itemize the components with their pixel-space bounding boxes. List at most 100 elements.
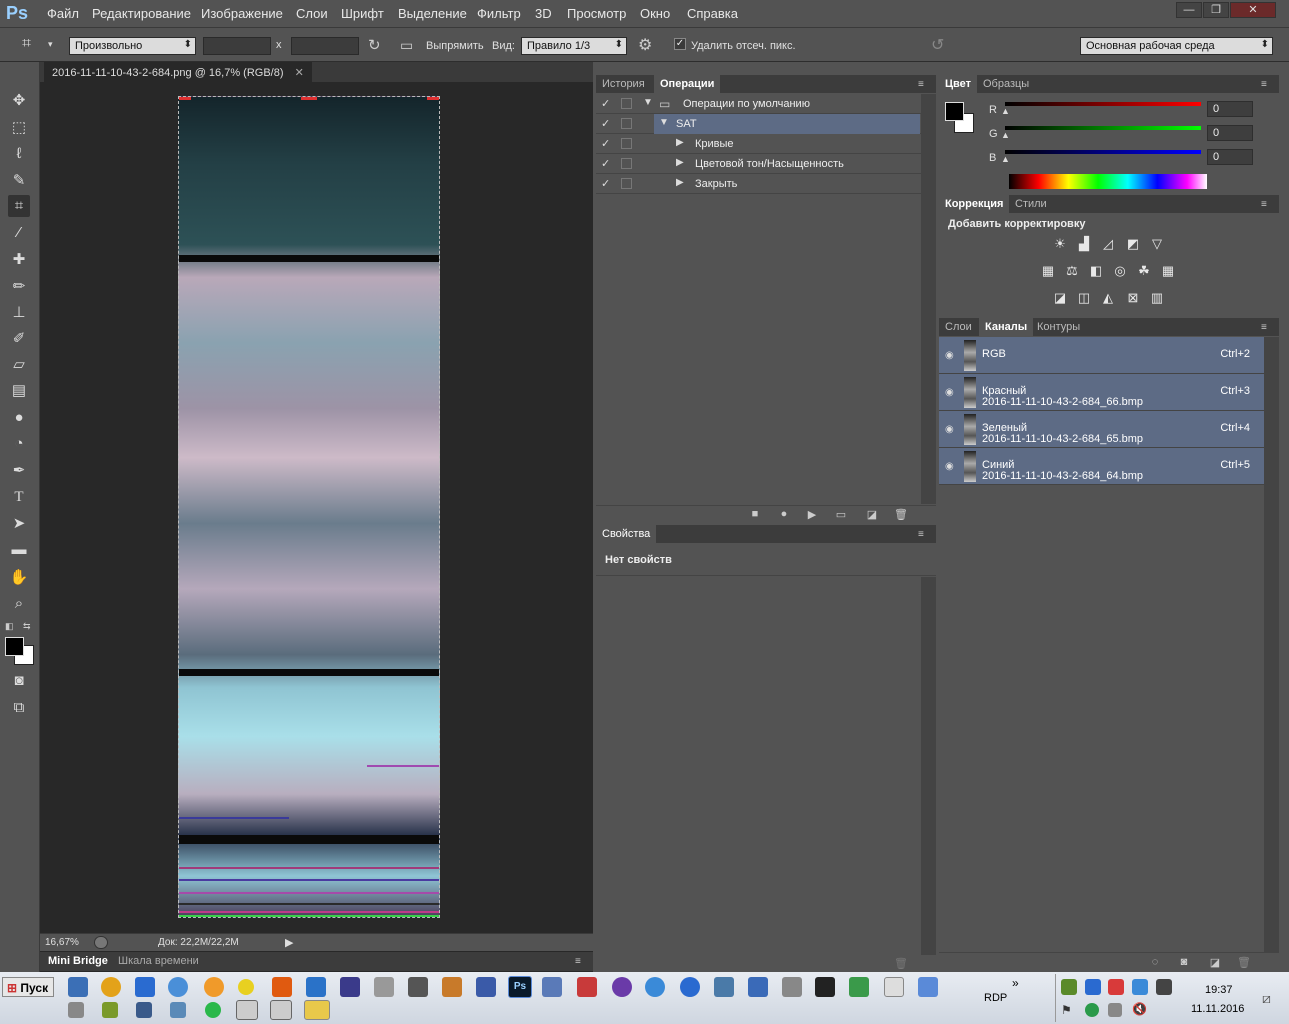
photoshop-taskbar-icon[interactable]: Ps (508, 976, 532, 998)
crop-handle[interactable] (427, 97, 439, 100)
panel-menu-icon[interactable]: ≡ (1261, 322, 1275, 333)
collapse-triangle-icon[interactable]: ▼ (659, 117, 669, 128)
app-icon[interactable] (884, 977, 904, 997)
app-icon[interactable] (542, 977, 562, 997)
new-action-icon[interactable]: ◪ (864, 508, 880, 522)
ratio-select[interactable]: Произвольно (69, 37, 196, 55)
swap-icon[interactable]: ↻ (368, 36, 381, 54)
menu-view[interactable]: Просмотр (567, 6, 626, 21)
flag-icon[interactable]: ⚑ (1061, 1003, 1072, 1017)
swap-colors-icon[interactable]: ⇆ (23, 621, 31, 632)
expand-triangle-icon[interactable]: ▶ (676, 157, 684, 168)
invert-icon[interactable]: ◪ (1051, 289, 1069, 307)
explorer-icon[interactable] (68, 977, 88, 997)
stop-icon[interactable]: ■ (747, 508, 763, 522)
new-set-folder-icon[interactable]: ▭ (833, 508, 849, 522)
channel-row-green[interactable]: ◉ Зеленый 2016-11-11-10-43-2-684_65.bmp … (939, 411, 1264, 448)
gradient-map-icon[interactable]: ▥ (1148, 289, 1166, 307)
tray-icon[interactable] (1132, 979, 1148, 995)
black-white-icon[interactable]: ◧ (1087, 262, 1105, 280)
pen-tool-icon[interactable]: ✒ (8, 460, 30, 482)
channel-row-rgb[interactable]: ◉ RGB Ctrl+2 (939, 337, 1264, 374)
status-menu-icon[interactable] (94, 936, 108, 949)
color-spectrum-bar[interactable] (1009, 174, 1207, 189)
tab-layers[interactable]: Слои (945, 321, 972, 333)
load-selection-icon[interactable]: ◌ (1147, 956, 1163, 970)
tool-preset-chevron-icon[interactable]: ▾ (48, 39, 53, 50)
app-icon[interactable] (714, 977, 734, 997)
app-icon[interactable] (408, 977, 428, 997)
tray-icon[interactable] (1108, 979, 1124, 995)
action-check-icon[interactable]: ✓ (601, 117, 613, 130)
quick-mask-icon[interactable]: ◙ (8, 670, 30, 692)
trash-icon[interactable]: 🗑 (893, 508, 909, 522)
crop-handle[interactable] (179, 97, 191, 100)
tab-swatches[interactable]: Образцы (983, 78, 1029, 90)
app-icon[interactable] (136, 1002, 152, 1018)
action-check-icon[interactable]: ✓ (601, 137, 613, 150)
green-slider[interactable] (1005, 126, 1201, 130)
eyedropper-tool-icon[interactable]: ⁄ (8, 222, 30, 244)
eye-icon[interactable]: ◉ (945, 350, 954, 361)
trash-icon[interactable]: 🗑 (1236, 956, 1252, 970)
eye-icon[interactable]: ◉ (945, 461, 954, 472)
foreground-color-swatch[interactable] (945, 102, 964, 121)
action-dialog-toggle[interactable] (621, 178, 632, 189)
panel-menu-icon[interactable]: ≡ (1261, 199, 1275, 210)
tray-icon[interactable] (1156, 979, 1172, 995)
tab-actions[interactable]: Операции (654, 75, 721, 93)
app-icon[interactable] (815, 977, 835, 997)
move-tool-icon[interactable]: ✥ (8, 90, 30, 112)
save-selection-icon[interactable]: ◙ (1176, 956, 1192, 970)
stamp-tool-icon[interactable]: ⊥ (8, 302, 30, 324)
show-desktop-icon[interactable]: ⧄ (1262, 990, 1271, 1007)
marquee-tool-icon[interactable]: ⬚ (8, 117, 30, 139)
tray-icon[interactable] (1061, 979, 1077, 995)
menu-help[interactable]: Справка (687, 6, 738, 21)
rdp-label[interactable]: RDP (984, 992, 1007, 1004)
tab-color[interactable]: Цвет (939, 75, 978, 93)
action-step-row[interactable]: ✓ ▶ Закрыть (596, 174, 921, 194)
crop-handle[interactable] (301, 97, 317, 100)
actions-scrollbar[interactable] (921, 94, 936, 504)
minimize-button[interactable]: — (1176, 2, 1202, 18)
color-balance-icon[interactable]: ⚖ (1063, 262, 1081, 280)
eye-icon[interactable]: ◉ (945, 387, 954, 398)
zoom-tool-icon[interactable]: ⌕ (8, 593, 30, 615)
document-tab[interactable]: 2016-11-11-10-43-2-684.png @ 16,7% (RGB/… (44, 62, 312, 82)
crop-tool-selected-icon[interactable]: ⌗ (8, 195, 30, 217)
height-field[interactable] (291, 37, 359, 55)
exposure-icon[interactable]: ◩ (1124, 235, 1142, 253)
expand-triangle-icon[interactable]: ▶ (676, 137, 684, 148)
menu-window[interactable]: Окно (640, 6, 670, 21)
action-set-row[interactable]: ✓ ▼ ▭ Операции по умолчанию (596, 94, 921, 114)
clock-date[interactable]: 11.11.2016 (1191, 1003, 1244, 1015)
app-icon[interactable] (612, 977, 632, 997)
healing-brush-tool-icon[interactable]: ✚ (8, 249, 30, 271)
app-icon[interactable] (270, 1000, 292, 1020)
start-button[interactable]: ⊞ Пуск (2, 977, 54, 997)
app-icon[interactable] (680, 977, 700, 997)
panel-menu-icon[interactable]: ≡ (918, 79, 932, 90)
action-dialog-toggle[interactable] (621, 118, 632, 129)
taskbar-more-icon[interactable]: » (1012, 976, 1019, 990)
menu-select[interactable]: Выделение (398, 6, 467, 21)
chrome-icon[interactable] (101, 977, 121, 997)
app-icon[interactable] (577, 977, 597, 997)
document-tab-close-icon[interactable]: ✕ (295, 67, 304, 79)
action-step-row[interactable]: ✓ ▶ Кривые (596, 134, 921, 154)
app-icon[interactable] (135, 977, 155, 997)
blue-value-input[interactable]: 0 (1207, 149, 1253, 165)
whatsapp-icon[interactable] (205, 1002, 221, 1018)
app-icon[interactable] (272, 977, 292, 997)
crop-tool-icon[interactable]: ⌗ (22, 35, 31, 53)
tab-styles[interactable]: Стили (1015, 198, 1047, 210)
action-row-sat[interactable]: ✓ ▼ SAT (596, 114, 921, 134)
red-slider[interactable] (1005, 102, 1201, 106)
slider-thumb-icon[interactable]: ▲ (1001, 154, 1010, 164)
panel-menu-icon[interactable]: ≡ (575, 956, 589, 967)
action-check-icon[interactable]: ✓ (601, 157, 613, 170)
play-icon[interactable]: ▶ (804, 508, 820, 522)
app-icon[interactable] (204, 977, 224, 997)
quick-select-tool-icon[interactable]: ✎ (8, 170, 30, 192)
